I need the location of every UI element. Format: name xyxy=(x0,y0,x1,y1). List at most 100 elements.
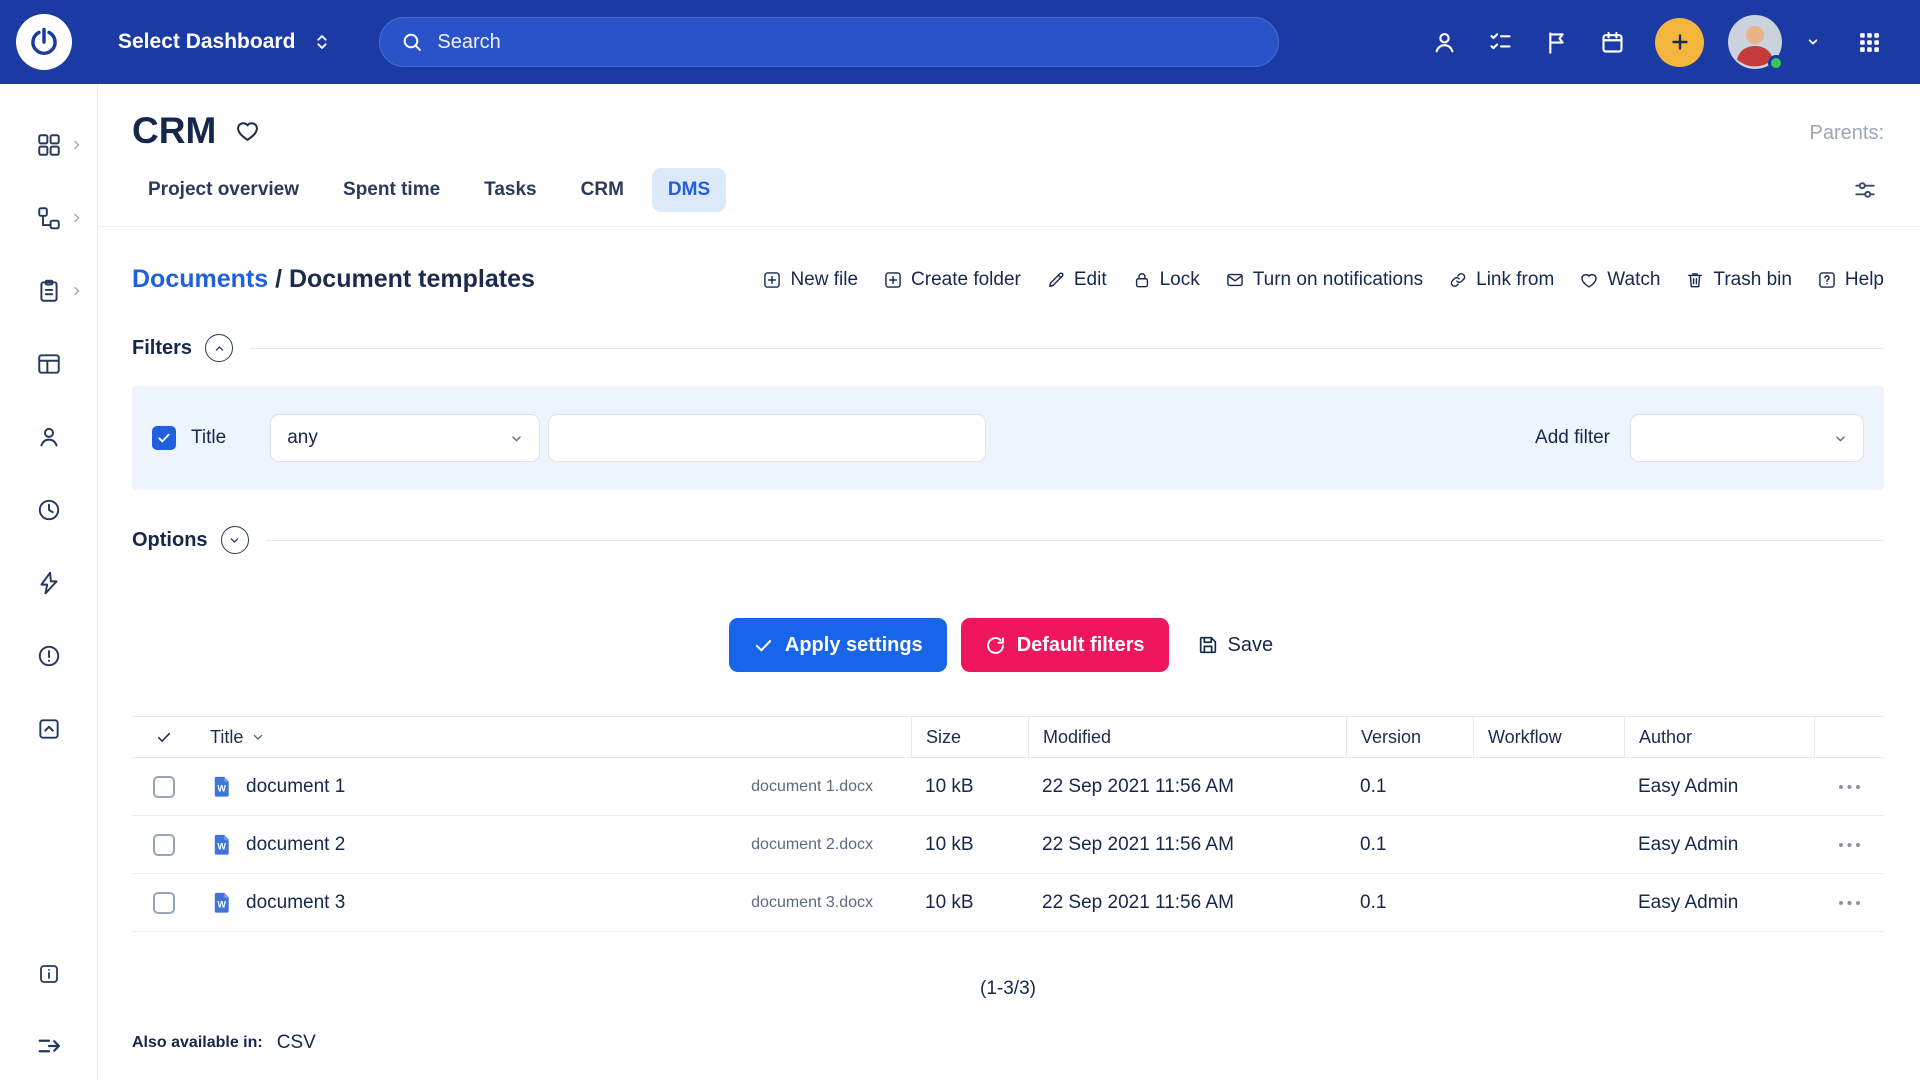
filters-heading: Filters xyxy=(132,337,192,360)
sidebar-item-users[interactable] xyxy=(0,400,98,473)
document-title-link[interactable]: document 3 xyxy=(246,892,345,914)
export-footer: Also available in: CSV xyxy=(132,1032,1884,1080)
header-workflow-label: Workflow xyxy=(1488,727,1562,748)
check-icon xyxy=(155,728,173,746)
cell-version: 0.1 xyxy=(1346,834,1473,856)
title-filter-label: Title xyxy=(191,427,226,449)
link-icon xyxy=(1448,270,1468,290)
link-from-button[interactable]: Link from xyxy=(1448,269,1554,291)
tasks-quick-button[interactable] xyxy=(1475,17,1525,67)
document-title-link[interactable]: document 1 xyxy=(246,776,345,798)
calendar-button[interactable] xyxy=(1587,17,1637,67)
chevron-down-icon xyxy=(1803,32,1823,52)
save-button[interactable]: Save xyxy=(1183,618,1288,672)
sidebar-item-quick-actions[interactable] xyxy=(0,546,98,619)
lock-button[interactable]: Lock xyxy=(1132,269,1200,291)
options-expand-button[interactable] xyxy=(221,526,249,554)
watch-label: Watch xyxy=(1607,269,1660,291)
person-icon xyxy=(1431,29,1458,56)
search-input[interactable] xyxy=(437,31,1258,54)
default-filters-button[interactable]: Default filters xyxy=(961,618,1169,672)
row-checkbox[interactable] xyxy=(153,834,175,856)
archive-up-icon xyxy=(36,716,62,742)
user-avatar[interactable] xyxy=(1728,15,1782,69)
document-title-link[interactable]: document 2 xyxy=(246,834,345,856)
row-more-actions-button[interactable] xyxy=(1814,837,1884,853)
row-more-actions-button[interactable] xyxy=(1814,779,1884,795)
row-checkbox[interactable] xyxy=(153,776,175,798)
tab-dms[interactable]: DMS xyxy=(652,168,726,212)
tab-project-overview[interactable]: Project overview xyxy=(132,168,315,212)
collapse-arrow-icon xyxy=(35,1032,63,1060)
table-header-row: Title Size Modified Version Workflow Aut… xyxy=(132,716,1884,758)
new-file-label: New file xyxy=(790,269,858,291)
watch-button[interactable]: Watch xyxy=(1579,269,1660,291)
create-folder-icon xyxy=(883,270,903,290)
table-row: W document 2 document 2.docx 10 kB 22 Se… xyxy=(132,816,1884,874)
sidebar-info-button[interactable] xyxy=(0,962,98,986)
sidebar-item-time[interactable] xyxy=(0,473,98,546)
word-doc-icon: W xyxy=(210,891,233,914)
header-size[interactable]: Size xyxy=(911,717,1028,757)
header-actions xyxy=(1814,717,1884,757)
cell-size: 10 kB xyxy=(911,834,1028,856)
search-icon xyxy=(400,30,424,54)
clipboard-icon xyxy=(36,278,62,304)
row-more-actions-button[interactable] xyxy=(1814,895,1884,911)
new-file-button[interactable]: New file xyxy=(762,269,858,291)
tab-crm[interactable]: CRM xyxy=(565,168,640,212)
select-all-header[interactable] xyxy=(132,717,196,757)
watch-heart-icon xyxy=(1579,270,1599,290)
breadcrumb-documents-link[interactable]: Documents xyxy=(132,265,268,293)
cell-size: 10 kB xyxy=(911,892,1028,914)
also-available-label: Also available in: xyxy=(132,1034,263,1052)
sidebar-item-projects-tree[interactable] xyxy=(0,181,98,254)
sidebar-item-alerts[interactable] xyxy=(0,619,98,692)
word-doc-icon: W xyxy=(210,833,233,856)
apply-settings-button[interactable]: Apply settings xyxy=(729,618,947,672)
create-folder-button[interactable]: Create folder xyxy=(883,269,1021,291)
dashboard-selector[interactable]: Select Dashboard xyxy=(118,30,333,54)
sidebar-item-boards[interactable] xyxy=(0,327,98,400)
row-checkbox[interactable] xyxy=(153,892,175,914)
apps-grid-button[interactable] xyxy=(1844,17,1894,67)
kanban-board-icon xyxy=(36,351,62,377)
csv-export-link[interactable]: CSV xyxy=(277,1032,316,1054)
header-title-label: Title xyxy=(210,727,243,748)
header-version[interactable]: Version xyxy=(1346,717,1473,757)
quick-add-button[interactable] xyxy=(1655,18,1704,67)
chevron-down-icon xyxy=(227,533,242,548)
header-title[interactable]: Title xyxy=(196,717,911,757)
info-icon xyxy=(37,962,61,986)
sidebar-collapse-button[interactable] xyxy=(0,1032,98,1060)
tab-tasks[interactable]: Tasks xyxy=(468,168,552,212)
page-settings-button[interactable] xyxy=(1852,177,1878,203)
sliders-icon xyxy=(1852,177,1878,203)
tab-spent-time[interactable]: Spent time xyxy=(327,168,456,212)
new-file-icon xyxy=(762,270,782,290)
header-size-label: Size xyxy=(926,727,961,748)
help-button[interactable]: Help xyxy=(1817,269,1884,291)
title-filter-value-input[interactable] xyxy=(548,414,986,462)
header-modified[interactable]: Modified xyxy=(1028,717,1346,757)
trash-bin-button[interactable]: Trash bin xyxy=(1685,269,1792,291)
filters-collapse-button[interactable] xyxy=(205,334,233,362)
add-filter-select[interactable] xyxy=(1630,414,1864,462)
favorite-button[interactable] xyxy=(234,117,261,144)
edit-button[interactable]: Edit xyxy=(1046,269,1107,291)
header-workflow[interactable]: Workflow xyxy=(1473,717,1624,757)
sidebar-item-archive[interactable] xyxy=(0,692,98,765)
title-filter-checkbox[interactable] xyxy=(152,426,176,450)
app-logo[interactable] xyxy=(16,14,72,70)
flag-button[interactable] xyxy=(1531,17,1581,67)
filter-actions-bar: Apply settings Default filters Save xyxy=(132,618,1884,672)
flag-icon xyxy=(1543,29,1570,56)
table-row: W document 1 document 1.docx 10 kB 22 Se… xyxy=(132,758,1884,816)
sidebar-item-tasks[interactable] xyxy=(0,254,98,327)
sidebar-item-dashboards[interactable] xyxy=(0,108,98,181)
title-operator-select[interactable]: any xyxy=(270,414,540,462)
header-author[interactable]: Author xyxy=(1624,717,1814,757)
avatar-menu-button[interactable] xyxy=(1788,17,1838,67)
profile-button[interactable] xyxy=(1419,17,1469,67)
notifications-button[interactable]: Turn on notifications xyxy=(1225,269,1423,291)
